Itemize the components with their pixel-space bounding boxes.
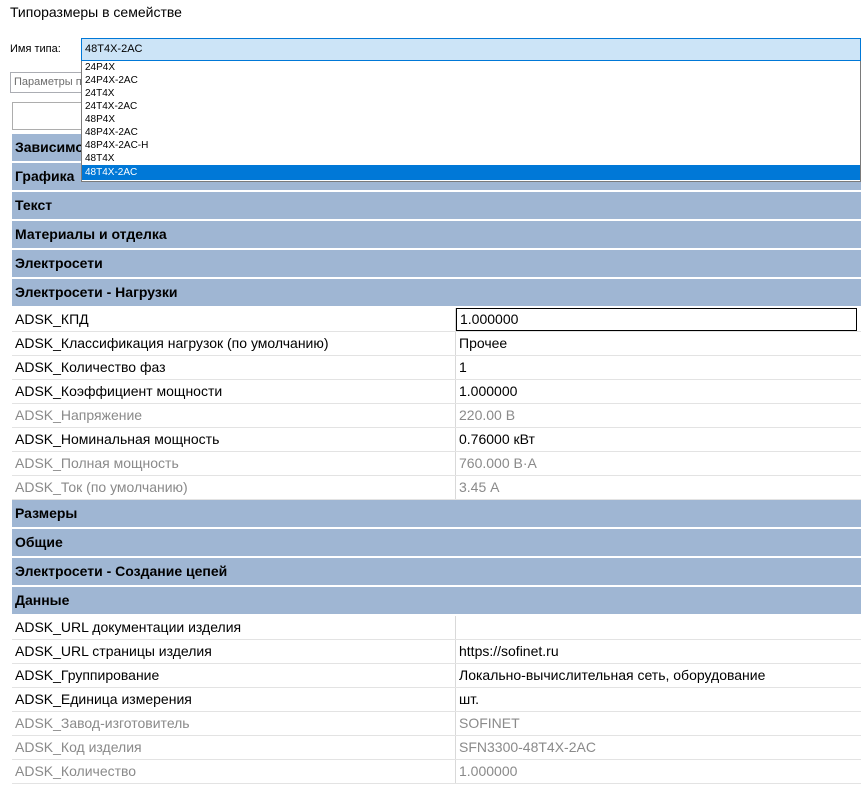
param-name: ADSK_Количество фаз <box>12 356 456 379</box>
group-header-electrical-loads[interactable]: Электросети - Нагрузки <box>12 279 861 308</box>
param-value: 760.000 В·А <box>459 455 537 471</box>
param-row-readonly: ADSK_Количество 1.000000 <box>12 760 861 784</box>
type-option[interactable]: 48P4X <box>82 113 860 126</box>
param-value[interactable]: 1.000000 <box>456 380 857 403</box>
param-name: ADSK_Группирование <box>12 664 456 687</box>
param-name: ADSK_Ток (по умолчанию) <box>12 476 456 499</box>
param-value[interactable] <box>456 616 857 639</box>
grid-header-button[interactable] <box>12 102 84 130</box>
type-option-selected[interactable]: 48T4X-2AC <box>82 165 860 180</box>
type-option[interactable]: 24T4X-2AC <box>82 100 860 113</box>
param-value[interactable]: Локально-вычислительная сеть, оборудован… <box>456 664 857 687</box>
group-header-general[interactable]: Общие <box>12 529 861 558</box>
param-row[interactable]: ADSK_Классификация нагрузок (по умолчани… <box>12 332 861 356</box>
param-name: ADSK_Код изделия <box>12 736 456 759</box>
param-name: ADSK_Коэффициент мощности <box>12 380 456 403</box>
param-name: ADSK_Завод-изготовитель <box>12 712 456 735</box>
param-row[interactable]: ADSK_URL страницы изделия https://sofine… <box>12 640 861 664</box>
param-name: ADSK_URL документации изделия <box>12 616 456 639</box>
param-value: 220.00 В <box>459 407 516 423</box>
param-value-input[interactable]: 1.000000 <box>456 308 857 331</box>
param-name: ADSK_КПД <box>12 308 456 331</box>
type-option[interactable]: 48T4X <box>82 152 860 165</box>
param-row-readonly: ADSK_Полная мощность 760.000 В·А <box>12 452 861 476</box>
param-name: ADSK_Количество <box>12 760 456 783</box>
type-name-dropdown-list: 24P4X 24P4X-2AC 24T4X 24T4X-2AC 48P4X 48… <box>81 61 861 182</box>
param-row[interactable]: ADSK_КПД 1.000000 <box>12 308 861 332</box>
param-row[interactable]: ADSK_Группирование Локально-вычислительн… <box>12 664 861 688</box>
group-header-materials[interactable]: Материалы и отделка <box>12 221 861 250</box>
param-value: SOFINET <box>459 715 520 731</box>
type-option[interactable]: 24T4X <box>82 87 860 100</box>
param-value[interactable]: 0.76000 кВт <box>456 428 857 451</box>
type-option[interactable]: 48P4X-2AC <box>82 126 860 139</box>
param-value[interactable]: шт. <box>456 688 857 711</box>
param-row-readonly: ADSK_Код изделия SFN3300-48T4X-2AC <box>12 736 861 760</box>
group-header-dimensions[interactable]: Размеры <box>12 500 861 529</box>
param-name: ADSK_URL страницы изделия <box>12 640 456 663</box>
param-row-readonly: ADSK_Напряжение 220.00 В <box>12 404 861 428</box>
type-name-combobox[interactable]: 48T4X-2AC <box>81 38 861 61</box>
param-name: ADSK_Напряжение <box>12 404 456 427</box>
param-name: ADSK_Полная мощность <box>12 452 456 475</box>
type-option[interactable]: 48P4X-2AC-H <box>82 139 860 152</box>
type-option[interactable]: 24P4X-2AC <box>82 74 860 87</box>
param-name: ADSK_Классификация нагрузок (по умолчани… <box>12 332 456 355</box>
type-option[interactable]: 24P4X <box>82 61 860 74</box>
param-value[interactable]: Прочее <box>456 332 857 355</box>
group-header-electrical[interactable]: Электросети <box>12 250 861 279</box>
param-value: 1.000000 <box>459 763 518 779</box>
parameter-search-input[interactable]: Параметры поиска <box>10 72 84 93</box>
type-name-label: Имя типа: <box>10 43 61 55</box>
param-value: 3.45 А <box>459 479 500 495</box>
group-header-circuit-creation[interactable]: Электросети - Создание цепей <box>12 558 861 587</box>
param-row[interactable]: ADSK_Номинальная мощность 0.76000 кВт <box>12 428 861 452</box>
group-header-data[interactable]: Данные <box>12 587 861 616</box>
param-name: ADSK_Номинальная мощность <box>12 428 456 451</box>
param-row-readonly: ADSK_Завод-изготовитель SOFINET <box>12 712 861 736</box>
param-row[interactable]: ADSK_Количество фаз 1 <box>12 356 861 380</box>
param-row[interactable]: ADSK_URL документации изделия <box>12 616 861 640</box>
param-name: ADSK_Единица измерения <box>12 688 456 711</box>
param-value[interactable]: https://sofinet.ru <box>456 640 857 663</box>
param-value[interactable]: 1 <box>456 356 857 379</box>
param-value: SFN3300-48T4X-2AC <box>459 739 596 755</box>
parameters-grid: Зависимости Графика Текст Материалы и от… <box>12 134 861 784</box>
group-header-text[interactable]: Текст <box>12 192 861 221</box>
param-row[interactable]: ADSK_Коэффициент мощности 1.000000 <box>12 380 861 404</box>
dialog-title: Типоразмеры в семействе <box>10 4 182 20</box>
param-row-readonly: ADSK_Ток (по умолчанию) 3.45 А <box>12 476 861 500</box>
param-row[interactable]: ADSK_Единица измерения шт. <box>12 688 861 712</box>
